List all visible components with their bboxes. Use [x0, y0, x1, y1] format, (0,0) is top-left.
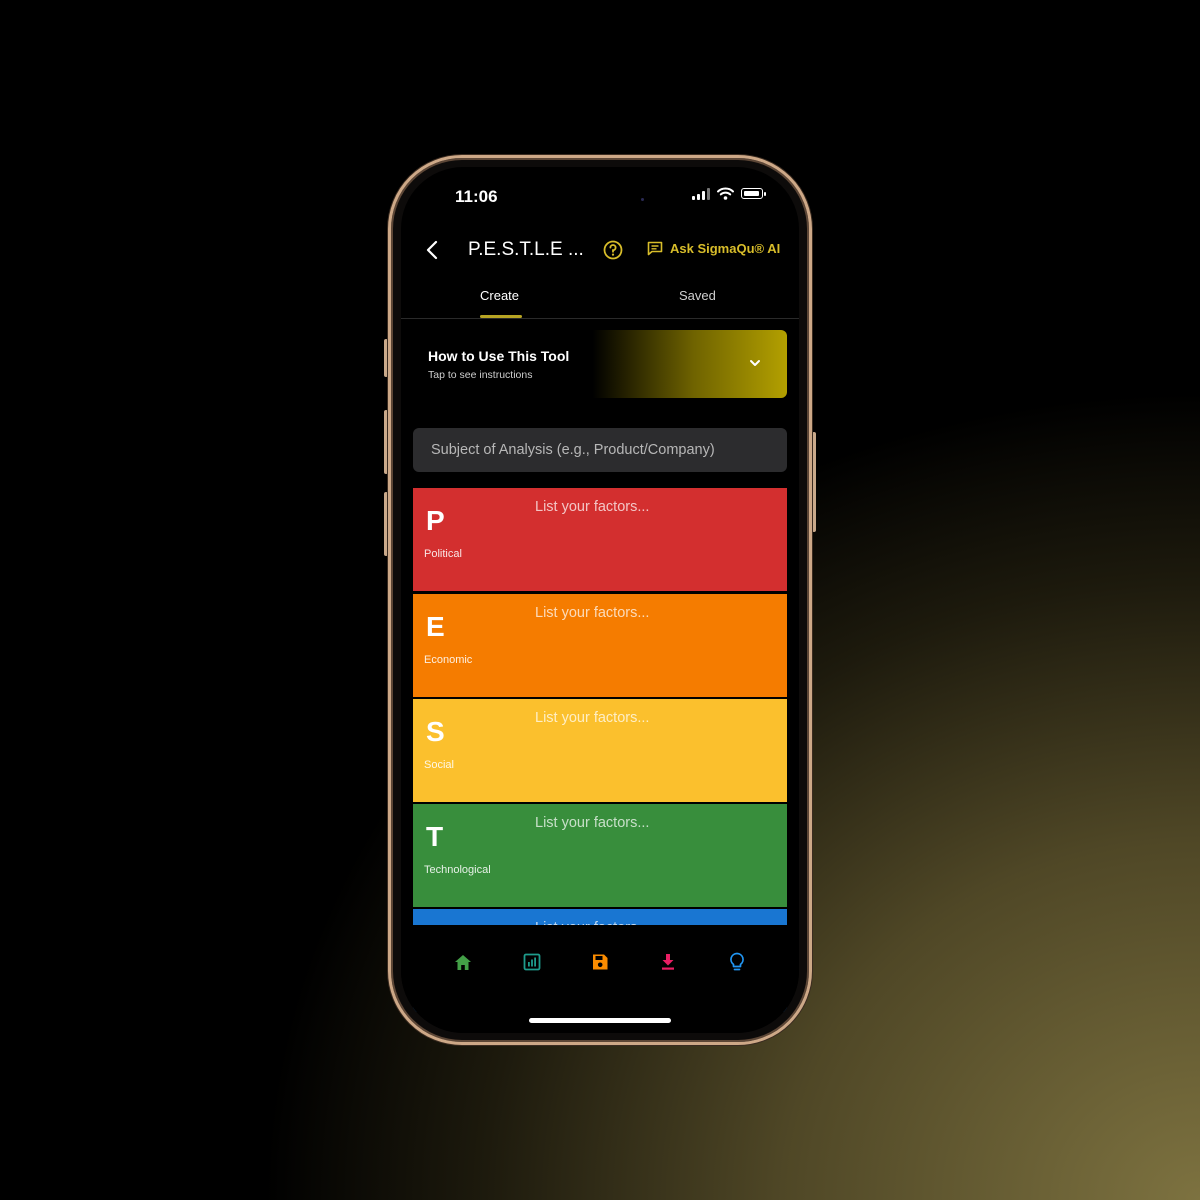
- save-icon: [593, 954, 608, 970]
- download-icon: [662, 954, 674, 970]
- status-time: 11:06: [455, 187, 498, 206]
- factor-block-political[interactable]: P Political List your factors...: [413, 488, 787, 591]
- tab-saved[interactable]: Saved: [679, 288, 716, 303]
- factor-letter: P: [426, 505, 445, 536]
- app-screen: 11:06 P.E.S.T.L.E ... Ask SigmaQu® AI Cr…: [401, 167, 799, 1033]
- instructions-title: How to Use This Tool: [428, 348, 570, 364]
- subject-input[interactable]: [413, 428, 787, 472]
- factor-name: Technological: [424, 864, 491, 876]
- factor-block-economic[interactable]: E Economic List your factors...: [413, 594, 787, 697]
- instructions-subtitle: Tap to see instructions: [428, 369, 533, 381]
- power-button: [812, 432, 816, 532]
- help-icon[interactable]: [603, 240, 623, 260]
- factor-textarea[interactable]: List your factors...: [535, 499, 649, 515]
- page-title: P.E.S.T.L.E ...: [468, 239, 584, 260]
- chevron-down-icon: [750, 360, 760, 366]
- factor-name: Social: [424, 759, 454, 771]
- factor-name: Political: [424, 548, 462, 560]
- factor-textarea[interactable]: List your factors...: [535, 815, 649, 831]
- cellular-signal-icon: [692, 187, 710, 200]
- factor-name: Economic: [424, 654, 473, 666]
- battery-icon: [741, 188, 766, 199]
- nav-home[interactable]: [452, 951, 474, 973]
- home-indicator[interactable]: [529, 1018, 671, 1023]
- wifi-icon: [717, 187, 734, 200]
- bottom-nav: [401, 925, 799, 1033]
- nav-ideas[interactable]: [726, 951, 748, 973]
- status-icons: [692, 187, 766, 200]
- instructions-accordion[interactable]: How to Use This Tool Tap to see instruct…: [413, 330, 787, 398]
- tab-create[interactable]: Create: [480, 288, 519, 303]
- nav-download[interactable]: [657, 951, 679, 973]
- active-tab-indicator: [480, 315, 522, 318]
- factor-block-social[interactable]: S Social List your factors...: [413, 699, 787, 802]
- factor-textarea[interactable]: List your factors...: [535, 710, 649, 726]
- factor-letter: E: [426, 611, 445, 642]
- home-icon: [455, 954, 471, 970]
- back-button[interactable]: [421, 239, 443, 261]
- camera-dot: [641, 198, 644, 201]
- chat-icon: [647, 241, 663, 256]
- lightbulb-icon: [730, 952, 744, 971]
- factor-textarea[interactable]: List your factors...: [535, 605, 649, 621]
- nav-chart[interactable]: [521, 951, 543, 973]
- ask-ai-button[interactable]: Ask SigmaQu® AI: [647, 241, 780, 256]
- ask-ai-label: Ask SigmaQu® AI: [670, 241, 781, 256]
- factor-block-technological[interactable]: T Technological List your factors...: [413, 804, 787, 907]
- chevron-left-icon: [426, 240, 438, 260]
- chart-icon: [523, 953, 541, 971]
- tab-divider: [401, 318, 799, 319]
- factor-letter: S: [426, 716, 445, 747]
- factor-letter: T: [426, 821, 444, 852]
- nav-save[interactable]: [589, 951, 611, 973]
